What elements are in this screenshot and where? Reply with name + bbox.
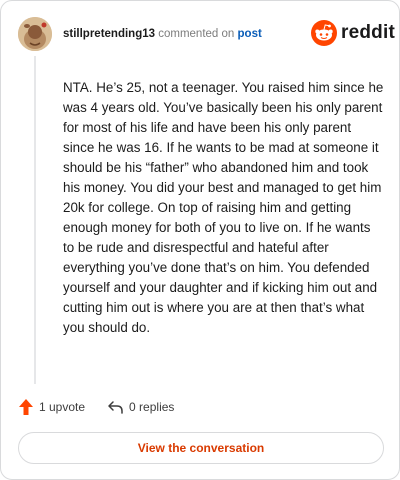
post-link[interactable]: post [238, 28, 262, 40]
username[interactable]: stillpretending13 [63, 28, 155, 40]
comment-header: stillpretending13 commented on post [63, 27, 262, 41]
upvote-button[interactable]: 1 upvote [18, 398, 85, 416]
comment-card: stillpretending13 commented on post redd… [0, 0, 400, 480]
comment-body: NTA. He’s 25, not a teenager. You raised… [63, 80, 384, 335]
upvote-arrow-icon [19, 399, 33, 415]
avatar[interactable] [18, 17, 52, 51]
reddit-logo-icon [311, 20, 337, 46]
reply-count: 0 replies [129, 400, 175, 414]
commented-text: commented on [158, 28, 235, 40]
comment-actions: 1 upvote 0 replies [18, 398, 196, 416]
reddit-logo[interactable]: reddit [311, 20, 395, 46]
reply-arrow-icon [108, 400, 123, 414]
reddit-wordmark: reddit [341, 22, 395, 43]
reply-button[interactable]: 0 replies [107, 400, 174, 415]
view-conversation-button[interactable]: View the conversation [18, 432, 384, 464]
upvote-count: 1 upvote [39, 400, 86, 414]
thread-line [34, 56, 36, 384]
